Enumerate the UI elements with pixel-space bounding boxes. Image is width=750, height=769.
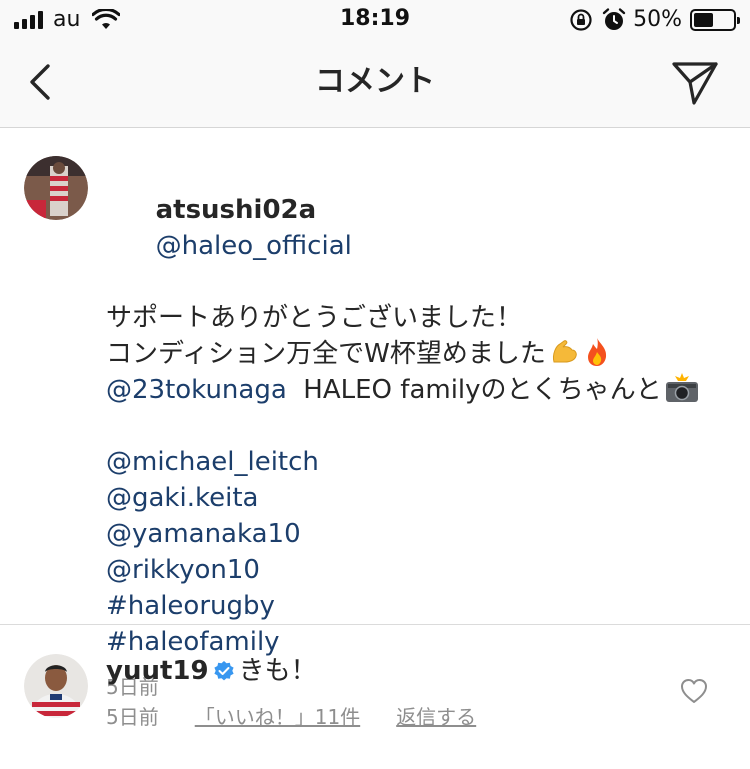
verified-badge-icon bbox=[213, 661, 234, 681]
navigation-bar: コメント bbox=[0, 40, 750, 128]
battery-icon bbox=[690, 9, 740, 31]
heart-icon[interactable] bbox=[680, 678, 708, 704]
alarm-icon bbox=[602, 8, 626, 30]
caption-line: HALEO familyのとくちゃんと bbox=[286, 375, 662, 405]
comment-item: yuut19 きも！ bbox=[106, 654, 666, 688]
page-title: コメント bbox=[315, 64, 435, 99]
status-right: 50% bbox=[569, 7, 740, 33]
hashtag-link[interactable]: #haleorugby bbox=[106, 588, 726, 624]
battery-percentage: 50% bbox=[633, 7, 682, 32]
caption-text: atsushi02a @haleo_official サポートありがとうございま… bbox=[106, 156, 726, 700]
divider bbox=[0, 624, 750, 625]
username-link[interactable]: atsushi02a bbox=[156, 195, 317, 225]
avatar[interactable] bbox=[24, 654, 88, 718]
likes-count-link[interactable]: 「いいね！」11件 bbox=[195, 704, 360, 730]
username-link[interactable]: yuut19 bbox=[106, 656, 209, 686]
fire-icon bbox=[587, 338, 606, 366]
camera-flash-icon bbox=[665, 373, 698, 402]
rotation-lock-icon bbox=[570, 9, 592, 31]
mention-link[interactable]: @gaki.keita bbox=[106, 480, 726, 516]
caption-line: コンディション万全でW杯望めました bbox=[106, 339, 546, 369]
mention-link[interactable]: @23tokunaga bbox=[106, 375, 287, 405]
status-bar: au 18:19 50% bbox=[0, 0, 750, 40]
mention-link[interactable]: @michael_leitch bbox=[106, 444, 726, 480]
comment-text: きも！ bbox=[238, 656, 317, 686]
caption-line: サポートありがとうございました！ bbox=[106, 303, 523, 333]
tags-list: @michael_leitch @gaki.keita @yamanaka10 … bbox=[106, 444, 726, 660]
flexed-biceps-icon bbox=[552, 340, 577, 363]
comment-timestamp: 5日前 bbox=[106, 705, 159, 729]
reply-button[interactable]: 返信する bbox=[396, 704, 476, 730]
mention-link[interactable]: @haleo_official bbox=[156, 231, 352, 261]
avatar[interactable] bbox=[24, 156, 88, 220]
comment-meta: 5日前 「いいね！」11件 返信する bbox=[106, 704, 476, 730]
mention-link[interactable]: @rikkyon10 bbox=[106, 552, 726, 588]
paper-plane-icon[interactable] bbox=[670, 58, 720, 108]
mention-link[interactable]: @yamanaka10 bbox=[106, 516, 726, 552]
